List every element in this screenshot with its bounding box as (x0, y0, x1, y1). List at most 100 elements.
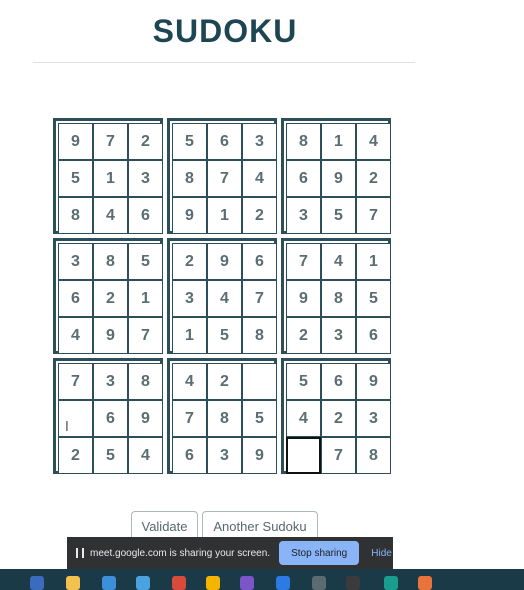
sudoku-cell[interactable]: 9 (286, 280, 321, 317)
sudoku-cell[interactable]: 9 (58, 123, 93, 160)
taskbar-browser-icon[interactable] (102, 576, 116, 590)
taskbar-app-icon[interactable] (346, 576, 360, 590)
taskbar (0, 569, 524, 590)
sudoku-cell[interactable]: 9 (321, 160, 356, 197)
sudoku-cell[interactable]: 5 (286, 363, 321, 400)
sudoku-cell[interactable]: 6 (93, 400, 128, 437)
sudoku-cell[interactable]: 7 (356, 197, 391, 234)
sudoku-cell[interactable]: 9 (207, 243, 242, 280)
sudoku-cell[interactable]: 6 (207, 123, 242, 160)
sudoku-cell[interactable]: 9 (93, 317, 128, 354)
sudoku-cell[interactable]: 4 (321, 243, 356, 280)
title-divider (33, 62, 415, 63)
sudoku-cell[interactable]: 1 (128, 280, 163, 317)
sudoku-cell[interactable]: 6 (172, 437, 207, 474)
sudoku-cell[interactable]: 1 (207, 197, 242, 234)
taskbar-app-icon[interactable] (240, 576, 254, 590)
sudoku-cell[interactable]: 7 (172, 400, 207, 437)
sudoku-cell[interactable]: 3 (356, 400, 391, 437)
sudoku-cell[interactable]: 8 (93, 243, 128, 280)
sudoku-cell[interactable]: 8 (356, 437, 391, 474)
sudoku-cell[interactable]: 4 (356, 123, 391, 160)
sudoku-cell[interactable]: 5 (356, 280, 391, 317)
sudoku-cell[interactable]: 8 (128, 363, 163, 400)
sudoku-cell[interactable]: 8 (172, 160, 207, 197)
sudoku-cell[interactable]: 2 (172, 243, 207, 280)
sudoku-cell[interactable]: 9 (128, 400, 163, 437)
sudoku-cell[interactable]: 2 (242, 197, 277, 234)
sudoku-cell[interactable]: 5 (128, 243, 163, 280)
sudoku-cell[interactable]: 1 (172, 317, 207, 354)
sudoku-cell[interactable]: 4 (207, 280, 242, 317)
taskbar-app-icon[interactable] (312, 576, 326, 590)
sudoku-cell[interactable]: 9 (172, 197, 207, 234)
sudoku-cell[interactable]: 2 (286, 317, 321, 354)
sudoku-cell[interactable]: 4 (172, 363, 207, 400)
taskbar-app-icon[interactable] (418, 576, 432, 590)
sudoku-cell[interactable]: 4 (242, 160, 277, 197)
sudoku-cell[interactable]: 3 (286, 197, 321, 234)
sudoku-cell[interactable]: 5 (321, 197, 356, 234)
sudoku-cell[interactable]: 7 (128, 317, 163, 354)
sudoku-box: 563874912 (167, 118, 277, 234)
sudoku-cell[interactable]: 1 (356, 243, 391, 280)
stop-sharing-button[interactable]: Stop sharing (279, 541, 360, 565)
sudoku-cell[interactable]: 7 (242, 280, 277, 317)
sudoku-cell[interactable]: 5 (242, 400, 277, 437)
taskbar-app-icon[interactable] (276, 576, 290, 590)
sudoku-cell[interactable]: 4 (93, 197, 128, 234)
sudoku-cell[interactable] (58, 400, 93, 437)
sudoku-cell[interactable]: 9 (356, 363, 391, 400)
sudoku-cell[interactable]: 5 (172, 123, 207, 160)
sudoku-cell[interactable] (242, 363, 277, 400)
sudoku-box: 814692357 (281, 118, 391, 234)
sudoku-cell[interactable]: 2 (128, 123, 163, 160)
sudoku-cell[interactable]: 4 (286, 400, 321, 437)
sudoku-cell[interactable]: 5 (93, 437, 128, 474)
sudoku-cell[interactable] (286, 437, 321, 474)
sudoku-cell[interactable]: 3 (128, 160, 163, 197)
taskbar-app-icon[interactable] (30, 576, 44, 590)
sudoku-cell[interactable]: 2 (58, 437, 93, 474)
sudoku-cell[interactable]: 7 (321, 437, 356, 474)
taskbar-folder-icon[interactable] (66, 576, 80, 590)
sudoku-cell[interactable]: 2 (356, 160, 391, 197)
sudoku-cell[interactable]: 6 (58, 280, 93, 317)
sudoku-cell[interactable]: 2 (207, 363, 242, 400)
sudoku-cell[interactable]: 6 (286, 160, 321, 197)
sudoku-cell[interactable]: 8 (207, 400, 242, 437)
sudoku-cell[interactable]: 3 (172, 280, 207, 317)
sudoku-cell[interactable]: 6 (242, 243, 277, 280)
sudoku-cell[interactable]: 8 (321, 280, 356, 317)
sudoku-cell[interactable]: 6 (356, 317, 391, 354)
sudoku-cell[interactable]: 7 (93, 123, 128, 160)
sudoku-cell[interactable]: 8 (286, 123, 321, 160)
sudoku-cell[interactable]: 5 (207, 317, 242, 354)
sudoku-cell[interactable]: 7 (286, 243, 321, 280)
sudoku-cell[interactable]: 3 (242, 123, 277, 160)
sudoku-cell[interactable]: 1 (93, 160, 128, 197)
sudoku-cell[interactable]: 8 (58, 197, 93, 234)
sudoku-cell[interactable]: 4 (128, 437, 163, 474)
sudoku-cell[interactable]: 6 (321, 363, 356, 400)
sudoku-cell[interactable]: 1 (321, 123, 356, 160)
taskbar-app-icon[interactable] (172, 576, 186, 590)
taskbar-app-icon[interactable] (384, 576, 398, 590)
sudoku-cell[interactable]: 2 (93, 280, 128, 317)
sudoku-cell[interactable]: 3 (93, 363, 128, 400)
sudoku-cell[interactable]: 7 (207, 160, 242, 197)
taskbar-chrome-icon[interactable] (206, 576, 220, 590)
sudoku-cell[interactable]: 5 (58, 160, 93, 197)
sudoku-cell[interactable]: 3 (207, 437, 242, 474)
screen-share-bar: meet.google.com is sharing your screen. … (67, 537, 393, 569)
sudoku-cell[interactable]: 9 (242, 437, 277, 474)
taskbar-edge-icon[interactable] (136, 576, 150, 590)
sudoku-cell[interactable]: 3 (58, 243, 93, 280)
hide-link[interactable]: Hide (371, 548, 392, 559)
sudoku-cell[interactable]: 4 (58, 317, 93, 354)
sudoku-cell[interactable]: 3 (321, 317, 356, 354)
sudoku-cell[interactable]: 7 (58, 363, 93, 400)
sudoku-cell[interactable]: 2 (321, 400, 356, 437)
sudoku-cell[interactable]: 6 (128, 197, 163, 234)
sudoku-cell[interactable]: 8 (242, 317, 277, 354)
